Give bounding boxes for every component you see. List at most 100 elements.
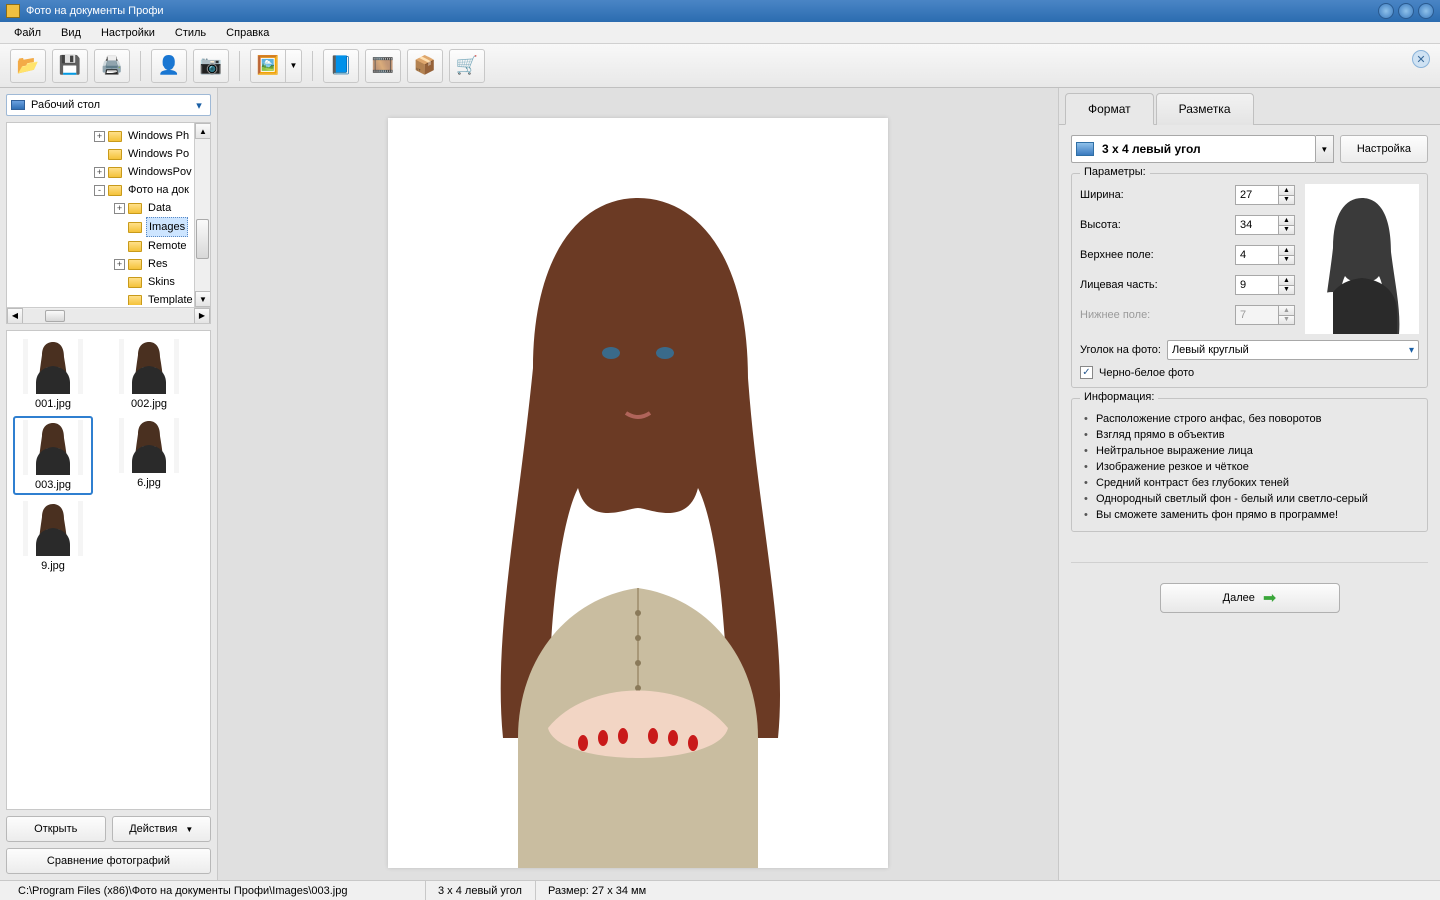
thumbnail[interactable]: 6.jpg: [109, 416, 189, 495]
actions-button[interactable]: Действия▼: [112, 816, 212, 842]
open-folder-button[interactable]: 📂: [10, 49, 46, 83]
tree-item[interactable]: +Windows Ph: [9, 127, 208, 145]
tree-item-label: Фото на док: [126, 181, 191, 199]
tree-item[interactable]: Images: [9, 217, 208, 237]
maximize-button[interactable]: [1398, 3, 1414, 19]
expand-icon[interactable]: +: [94, 131, 105, 142]
tree-item[interactable]: Remote: [9, 237, 208, 255]
tree-item-label: Data: [146, 199, 173, 217]
tree-item[interactable]: Windows Po: [9, 145, 208, 163]
info-item: Вы сможете заменить фон прямо в программ…: [1084, 507, 1419, 523]
format-settings-button[interactable]: Настройка: [1340, 135, 1428, 163]
format-dropdown-button[interactable]: ▼: [1316, 135, 1334, 163]
camera-button[interactable]: 📷: [193, 49, 229, 83]
thumbnail-image: [23, 339, 83, 394]
tab-markup[interactable]: Разметка: [1156, 93, 1254, 125]
toolbar-separator: [140, 51, 141, 81]
box-refresh-icon: 📦: [414, 55, 436, 76]
expand-icon[interactable]: +: [94, 167, 105, 178]
open-button[interactable]: Открыть: [6, 816, 106, 842]
scroll-thumb[interactable]: [45, 310, 65, 322]
person-button[interactable]: 👤: [151, 49, 187, 83]
height-input[interactable]: [1236, 216, 1278, 234]
tab-markup-label: Разметка: [1179, 102, 1231, 116]
compare-button[interactable]: Сравнение фотографий: [6, 848, 211, 874]
close-panel-button[interactable]: ✕: [1412, 50, 1430, 68]
spin-down-icon[interactable]: ▼: [1279, 256, 1294, 265]
corner-select[interactable]: Левый круглый ▾: [1167, 340, 1419, 360]
tree-hscrollbar[interactable]: ◀ ▶: [7, 307, 210, 323]
menu-settings[interactable]: Настройки: [91, 24, 165, 42]
menu-view[interactable]: Вид: [51, 24, 91, 42]
face-input[interactable]: [1236, 276, 1278, 294]
face-spinner[interactable]: ▲▼: [1235, 275, 1295, 295]
thumbnail[interactable]: 003.jpg: [13, 416, 93, 495]
tab-format[interactable]: Формат: [1065, 93, 1154, 125]
refresh-button[interactable]: 📦: [407, 49, 443, 83]
minimize-button[interactable]: [1378, 3, 1394, 19]
thumbnail-image: [119, 418, 179, 473]
thumbnail[interactable]: 9.jpg: [13, 499, 93, 574]
chevron-down-icon: ▼: [185, 825, 193, 834]
path-combo[interactable]: Рабочий стол ▾: [6, 94, 211, 116]
spin-up-icon[interactable]: ▲: [1279, 246, 1294, 256]
thumbnail[interactable]: 001.jpg: [13, 337, 93, 412]
tree-item[interactable]: +WindowsPov: [9, 163, 208, 181]
tree-vscrollbar[interactable]: ▲ ▼: [194, 123, 210, 307]
top-spinner[interactable]: ▲▼: [1235, 245, 1295, 265]
scroll-down-button[interactable]: ▼: [195, 291, 211, 307]
width-spinner[interactable]: ▲▼: [1235, 185, 1295, 205]
spin-up-icon[interactable]: ▲: [1279, 276, 1294, 286]
scroll-up-button[interactable]: ▲: [195, 123, 211, 139]
menu-file[interactable]: Файл: [4, 24, 51, 42]
tree-item[interactable]: Skins: [9, 273, 208, 291]
spin-down-icon[interactable]: ▼: [1279, 196, 1294, 205]
tree-item[interactable]: - Фото на док: [9, 181, 208, 199]
titlebar: Фото на документы Профи: [0, 0, 1440, 22]
info-item: Нейтральное выражение лица: [1084, 443, 1419, 459]
spin-up-icon[interactable]: ▲: [1279, 216, 1294, 226]
tree-item-label: Skins: [146, 273, 177, 291]
photo-illustration: [388, 118, 888, 868]
bottom-label: Нижнее поле:: [1080, 309, 1150, 321]
scroll-left-button[interactable]: ◀: [7, 308, 23, 324]
toolbar-separator: [239, 51, 240, 81]
save-button[interactable]: 💾: [52, 49, 88, 83]
toolbar-separator: [312, 51, 313, 81]
width-input[interactable]: [1236, 186, 1278, 204]
folder-icon: [108, 167, 122, 178]
next-button[interactable]: Далее ➡: [1160, 583, 1340, 613]
scroll-right-button[interactable]: ▶: [194, 308, 210, 324]
spin-down-icon[interactable]: ▼: [1279, 286, 1294, 295]
tree-item[interactable]: Template: [9, 291, 208, 305]
save-icon: 💾: [59, 55, 81, 76]
menu-style[interactable]: Стиль: [165, 24, 216, 42]
status-format: 3 x 4 левый угол: [426, 881, 536, 900]
gallery-dropdown[interactable]: ▼: [286, 49, 302, 83]
expand-icon[interactable]: -: [94, 185, 105, 196]
expand-icon[interactable]: +: [114, 259, 125, 270]
info-item: Однородный светлый фон - белый или светл…: [1084, 491, 1419, 507]
expand-icon[interactable]: +: [114, 203, 125, 214]
scroll-thumb[interactable]: [196, 219, 209, 259]
print-button[interactable]: 🖨️: [94, 49, 130, 83]
video-button[interactable]: 🎞️: [365, 49, 401, 83]
center-pane: [218, 88, 1058, 880]
menu-help[interactable]: Справка: [216, 24, 279, 42]
cart-button[interactable]: 🛒: [449, 49, 485, 83]
tree-item[interactable]: +Res: [9, 255, 208, 273]
toolbar: 📂 💾 🖨️ 👤 📷 🖼️ ▼ 📘 🎞️ 📦 🛒 ✕: [0, 44, 1440, 88]
gallery-button[interactable]: 🖼️: [250, 49, 286, 83]
bw-checkbox[interactable]: ✓: [1080, 366, 1093, 379]
spin-down-icon[interactable]: ▼: [1279, 226, 1294, 235]
close-window-button[interactable]: [1418, 3, 1434, 19]
height-spinner[interactable]: ▲▼: [1235, 215, 1295, 235]
status-size: Размер: 27 x 34 мм: [536, 881, 658, 900]
top-input[interactable]: [1236, 246, 1278, 264]
tree-item[interactable]: + Data: [9, 199, 208, 217]
spin-up-icon[interactable]: ▲: [1279, 186, 1294, 196]
statusbar: C:\Program Files (x86)\Фото на документы…: [0, 880, 1440, 900]
format-select[interactable]: 3 x 4 левый угол: [1071, 135, 1316, 163]
thumbnail[interactable]: 002.jpg: [109, 337, 189, 412]
help-button[interactable]: 📘: [323, 49, 359, 83]
